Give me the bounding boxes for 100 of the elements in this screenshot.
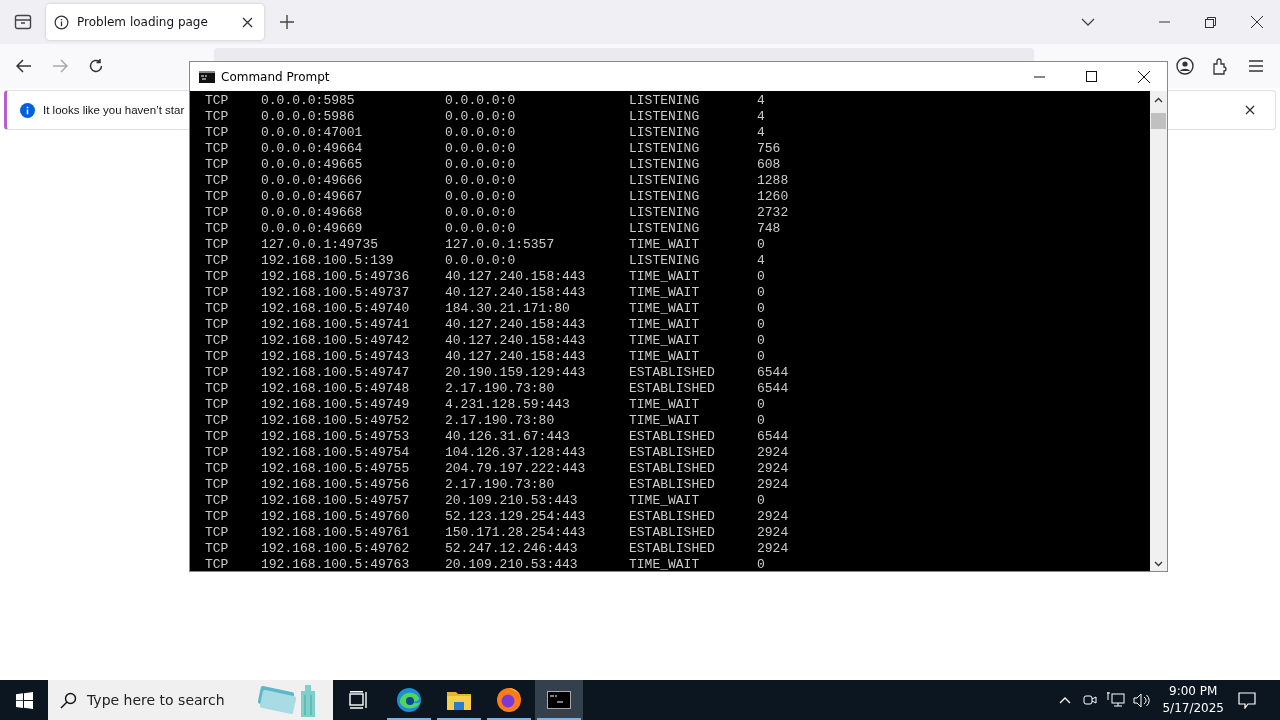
state-text: ESTABLISHED: [629, 460, 716, 476]
extensions-icon[interactable]: [1212, 57, 1229, 75]
close-icon[interactable]: [242, 16, 253, 28]
scrollbar[interactable]: [1150, 91, 1167, 571]
new-tab-icon[interactable]: [280, 15, 294, 29]
reload-icon[interactable]: [88, 58, 104, 74]
foreign-address-text: 40.127.240.158:443: [445, 332, 587, 348]
scrollbar-thumb[interactable]: [1151, 113, 1166, 129]
pid-text: 2924: [757, 540, 789, 556]
state-text: TIME_WAIT: [629, 268, 701, 284]
search-placeholder: Type here to search: [87, 692, 225, 708]
browser-wave-icon: [396, 687, 422, 713]
protocol-text: TCP: [205, 140, 230, 156]
start-icon[interactable]: [16, 691, 33, 709]
pid-text: 6544: [757, 364, 789, 380]
tab-list-icon[interactable]: [14, 14, 32, 30]
local-address-text: 192.168.100.5:49736: [261, 268, 411, 284]
protocol-text: TCP: [205, 396, 230, 412]
scroll-up-icon[interactable]: [1154, 97, 1163, 103]
local-address-text: 192.168.100.5:49747: [261, 364, 411, 380]
pid-text: 1288: [757, 172, 789, 188]
state-text: TIME_WAIT: [629, 412, 701, 428]
pid-text: 0: [757, 284, 765, 300]
protocol-text: TCP: [205, 492, 230, 508]
protocol-text: TCP: [205, 220, 230, 236]
info-icon: [20, 102, 35, 118]
local-address-text: 0.0.0.0:49666: [261, 172, 364, 188]
protocol-text: TCP: [205, 428, 230, 444]
menu-icon[interactable]: [1249, 60, 1263, 72]
pid-text: 4: [757, 92, 765, 108]
close-icon[interactable]: [1251, 16, 1263, 28]
close-icon[interactable]: [1138, 70, 1150, 83]
chevron-down-icon[interactable]: [1081, 18, 1095, 26]
pid-text: 6544: [757, 428, 789, 444]
foreign-address-text: 20.109.210.53:443: [445, 556, 579, 571]
protocol-text: TCP: [205, 236, 230, 252]
foreign-address-text: 0.0.0.0:0: [445, 124, 517, 140]
local-address-text: 0.0.0.0:49665: [261, 156, 364, 172]
minimize-icon[interactable]: [1034, 75, 1045, 78]
fox-globe-icon: [496, 687, 522, 713]
pid-text: 748: [757, 220, 781, 236]
protocol-text: TCP: [205, 332, 230, 348]
window-title: Command Prompt: [221, 69, 330, 84]
search-box[interactable]: Type here to search: [48, 680, 333, 720]
protocol-text: TCP: [205, 92, 230, 108]
local-address-text: 192.168.100.5:49748: [261, 380, 411, 396]
foreign-address-text: 2.17.190.73:80: [445, 412, 556, 428]
pid-text: 0: [757, 556, 765, 571]
back-icon[interactable]: [16, 59, 32, 73]
protocol-text: TCP: [205, 508, 230, 524]
maximize-icon[interactable]: [1086, 71, 1097, 82]
state-text: LISTENING: [629, 92, 701, 108]
foreign-address-text: 52.123.129.254:443: [445, 508, 587, 524]
foreign-address-text: 40.127.240.158:443: [445, 268, 587, 284]
state-text: ESTABLISHED: [629, 444, 716, 460]
pid-text: 6544: [757, 380, 789, 396]
local-address-text: 192.168.100.5:49743: [261, 348, 411, 364]
speaker-icon[interactable]: [1133, 692, 1151, 708]
protocol-text: TCP: [205, 476, 230, 492]
state-text: LISTENING: [629, 124, 701, 140]
state-text: ESTABLISHED: [629, 476, 716, 492]
terminal-taskbar-button[interactable]: [535, 680, 583, 720]
tab-title: Problem loading page: [77, 15, 209, 29]
folder-icon: [447, 690, 471, 710]
clock[interactable]: 9:00 PM 5/17/2025: [1162, 683, 1224, 717]
notifications-icon[interactable]: [1238, 691, 1256, 709]
foreign-address-text: 0.0.0.0:0: [445, 156, 517, 172]
protocol-text: TCP: [205, 108, 230, 124]
close-icon[interactable]: [1245, 105, 1255, 115]
search-icon: [60, 691, 77, 709]
protocol-text: TCP: [205, 556, 230, 571]
foreign-address-text: 0.0.0.0:0: [445, 204, 517, 220]
state-text: TIME_WAIT: [629, 348, 701, 364]
console-icon: [547, 691, 571, 709]
pid-text: 0: [757, 396, 765, 412]
camera-icon[interactable]: [1083, 693, 1098, 707]
protocol-text: TCP: [205, 300, 230, 316]
local-address-text: 192.168.100.5:139: [261, 252, 395, 268]
local-address-text: 192.168.100.5:49742: [261, 332, 411, 348]
local-address-text: 0.0.0.0:47001: [261, 124, 364, 140]
account-icon[interactable]: [1176, 57, 1194, 75]
pid-text: 756: [757, 140, 781, 156]
state-text: TIME_WAIT: [629, 316, 701, 332]
restore-icon[interactable]: [1205, 16, 1216, 28]
local-address-text: 192.168.100.5:49737: [261, 284, 411, 300]
info-icon: [54, 14, 69, 30]
protocol-text: TCP: [205, 156, 230, 172]
protocol-text: TCP: [205, 524, 230, 540]
state-text: TIME_WAIT: [629, 236, 701, 252]
pid-text: 2924: [757, 460, 789, 476]
chevron-up-icon[interactable]: [1059, 696, 1072, 704]
network-icon[interactable]: [1107, 692, 1126, 708]
protocol-text: TCP: [205, 124, 230, 140]
browser-tab[interactable]: Problem loading page: [46, 4, 264, 40]
protocol-text: TCP: [205, 364, 230, 380]
local-address-text: 192.168.100.5:49754: [261, 444, 411, 460]
scroll-down-icon[interactable]: [1154, 561, 1163, 567]
state-text: TIME_WAIT: [629, 396, 701, 412]
state-text: TIME_WAIT: [629, 284, 701, 300]
state-text: ESTABLISHED: [629, 380, 716, 396]
